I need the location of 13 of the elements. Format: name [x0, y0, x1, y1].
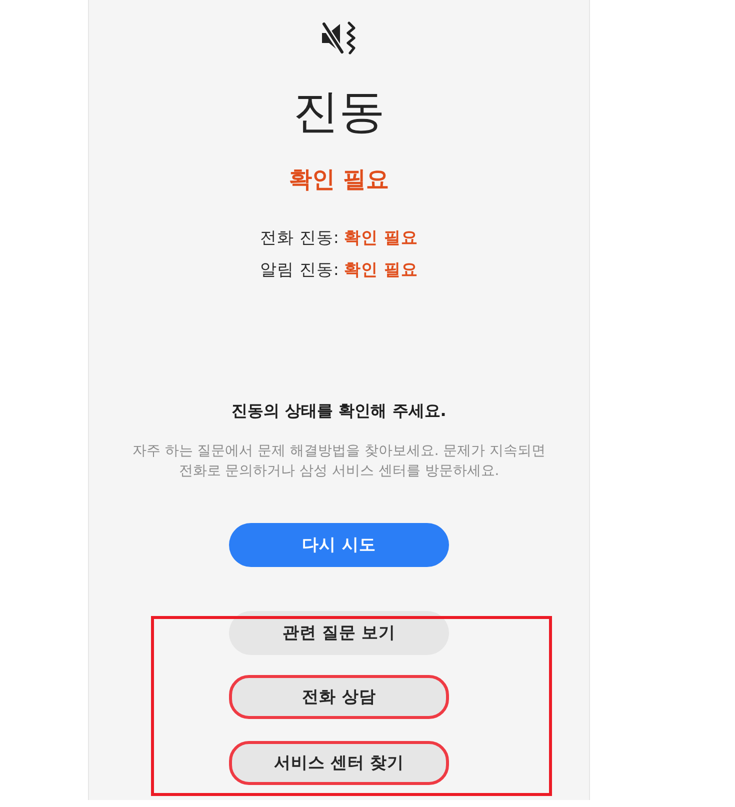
detail-label: 전화 진동:	[260, 228, 339, 247]
screen-title: 진동	[293, 84, 385, 139]
action-button[interactable]: 전화 상담	[229, 675, 449, 719]
action-button[interactable]: 다시 시도	[229, 523, 449, 567]
detail-label: 알림 진동:	[260, 260, 339, 279]
message-text: 자주 하는 질문에서 문제 해결방법을 찾아보세요. 문제가 지속되면 전화로 문의하거나 삼성 서비스 센터를 방문하세요.	[132, 442, 546, 481]
message-heading: 진동의 상태를 확인해 주세요.	[232, 400, 446, 422]
detail-value: 확인 필요	[344, 260, 418, 279]
action-button[interactable]: 관련 질문 보기	[229, 611, 449, 655]
status-text: 확인 필요	[288, 166, 389, 195]
vibration-muted-icon	[320, 21, 358, 55]
detail-value: 확인 필요	[344, 228, 418, 247]
action-button[interactable]: 서비스 센터 찾기	[229, 741, 449, 785]
